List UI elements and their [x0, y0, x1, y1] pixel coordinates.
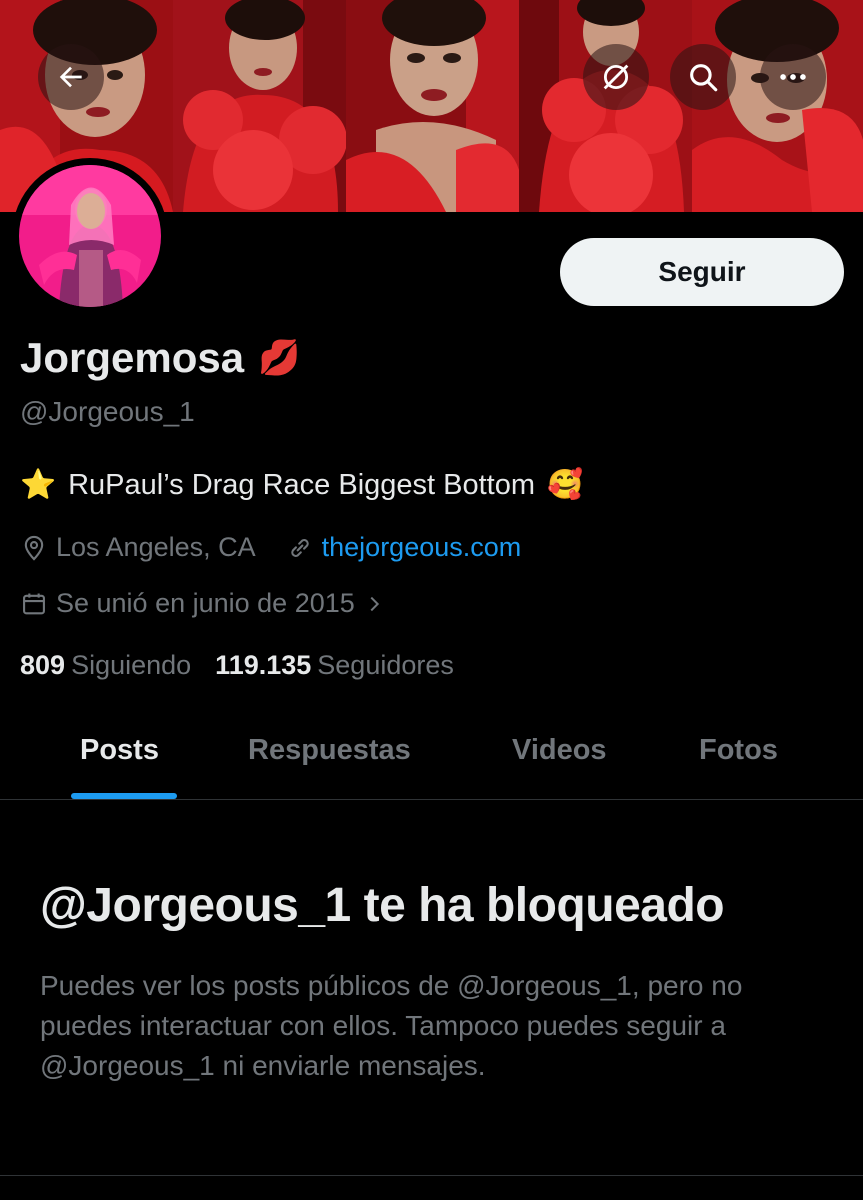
- following-count[interactable]: 809 Siguiendo: [20, 650, 191, 681]
- profile-website[interactable]: thejorgeous.com: [286, 532, 522, 563]
- profile-bio: ⭐ RuPaul’s Drag Race Biggest Bottom 🥰: [20, 468, 583, 502]
- profile-tabs: Posts Respuestas Videos Fotos: [0, 708, 863, 800]
- profile-meta-row: Los Angeles, CA thejorgeous.com: [20, 532, 521, 563]
- divider: [0, 1175, 863, 1176]
- no-translate-icon: [603, 64, 629, 90]
- location-pin-icon: [24, 535, 44, 561]
- follow-counts: 809 Siguiendo 119.135 Seguidores: [20, 650, 454, 681]
- tab-posts[interactable]: Posts: [80, 734, 159, 767]
- more-icon: [780, 74, 806, 80]
- search-icon: [690, 64, 718, 92]
- joined-item: Se unió en junio de 2015: [20, 588, 385, 619]
- location-text: Los Angeles, CA: [56, 532, 256, 562]
- translate-toggle-button[interactable]: [583, 44, 649, 110]
- following-number: 809: [20, 650, 66, 680]
- display-name-text: Jorgemosa: [20, 334, 245, 381]
- website-link[interactable]: thejorgeous.com: [322, 532, 522, 563]
- profile-joined[interactable]: Se unió en junio de 2015: [20, 588, 385, 619]
- tab-photos[interactable]: Fotos: [699, 734, 778, 767]
- tab-replies[interactable]: Respuestas: [248, 734, 411, 767]
- banner-photo-3: [346, 0, 519, 212]
- bio-text: RuPaul’s Drag Race Biggest Bottom: [68, 468, 536, 501]
- search-button[interactable]: [670, 44, 736, 110]
- tab-videos[interactable]: Videos: [512, 734, 607, 767]
- star-emoji: ⭐: [20, 469, 57, 501]
- follow-button[interactable]: Seguir: [560, 238, 844, 306]
- followers-label: Seguidores: [317, 650, 454, 680]
- followers-number: 119.135: [215, 650, 312, 680]
- arrow-left-icon: [59, 66, 82, 88]
- back-button[interactable]: [38, 44, 104, 110]
- smiling-hearts-emoji: 🥰: [547, 469, 584, 501]
- following-label: Siguiendo: [71, 650, 192, 680]
- profile-location: Los Angeles, CA: [20, 532, 256, 563]
- kiss-emoji: 💋: [258, 339, 301, 377]
- link-icon: [290, 538, 309, 557]
- profile-handle: @Jorgeous_1: [20, 396, 195, 427]
- joined-text: Se unió en junio de 2015: [56, 588, 355, 618]
- banner-photo-2: [173, 0, 346, 212]
- blocked-title: @Jorgeous_1 te ha bloqueado: [40, 879, 725, 932]
- chevron-right-icon: [370, 596, 379, 611]
- blocked-description: Puedes ver los posts públicos de @Jorgeo…: [40, 970, 743, 1081]
- more-options-button[interactable]: [760, 44, 826, 110]
- active-tab-indicator: [71, 793, 177, 799]
- display-name: Jorgemosa 💋: [20, 334, 300, 382]
- calendar-icon: [23, 593, 45, 614]
- followers-count[interactable]: 119.135 Seguidores: [215, 650, 454, 681]
- profile-avatar[interactable]: [12, 158, 168, 314]
